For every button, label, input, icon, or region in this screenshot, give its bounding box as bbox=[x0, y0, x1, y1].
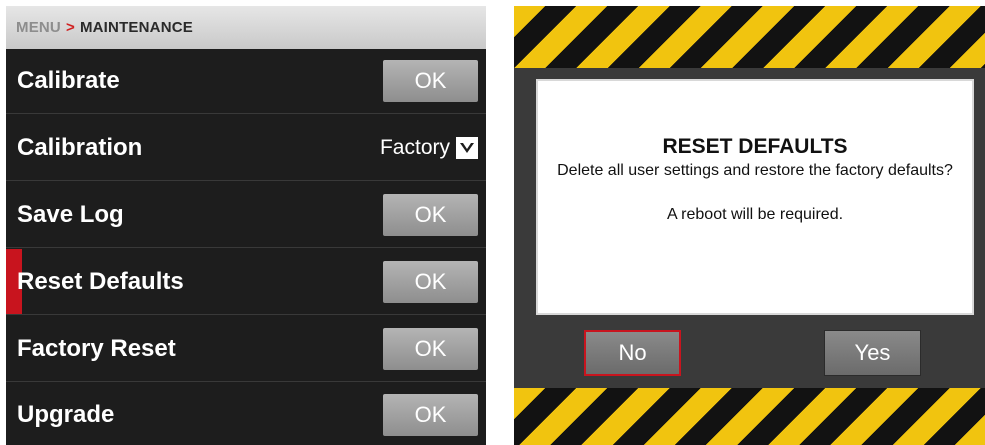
upgrade-ok-button[interactable]: OK bbox=[383, 393, 478, 436]
save-log-ok-button[interactable]: OK bbox=[383, 194, 478, 236]
row-label-factory-reset: Factory Reset bbox=[17, 335, 176, 362]
factory-reset-ok-button[interactable]: OK bbox=[383, 328, 478, 370]
row-label-calibration: Calibration bbox=[17, 134, 143, 161]
calibrate-ok-button[interactable]: OK bbox=[383, 60, 478, 102]
row-label-calibrate: Calibrate bbox=[17, 67, 120, 94]
chevron-down-icon[interactable] bbox=[456, 137, 478, 159]
breadcrumb-root[interactable]: MENU bbox=[16, 19, 61, 36]
reset-defaults-ok-button[interactable]: OK bbox=[383, 261, 478, 303]
breadcrumb: MENU > MAINTENANCE bbox=[6, 6, 486, 49]
dialog-message: Delete all user settings and restore the… bbox=[557, 162, 953, 179]
breadcrumb-current: MAINTENANCE bbox=[79, 19, 193, 36]
menu-row-save-log: Save Log OK bbox=[6, 183, 486, 248]
calibration-select-value: Factory bbox=[379, 136, 450, 159]
row-label-reset-defaults: Reset Defaults bbox=[17, 268, 184, 295]
confirm-dialog: RESET DEFAULTS Delete all user settings … bbox=[536, 79, 974, 315]
menu-row-calibration: Calibration Factory bbox=[6, 116, 486, 181]
no-button[interactable]: No bbox=[584, 330, 681, 376]
dialog-title: RESET DEFAULTS bbox=[662, 135, 848, 158]
reset-defaults-dialog-screen: RESET DEFAULTS Delete all user settings … bbox=[514, 6, 985, 445]
yes-button[interactable]: Yes bbox=[824, 330, 921, 376]
menu-row-factory-reset: Factory Reset OK bbox=[6, 317, 486, 382]
maintenance-menu: MENU > MAINTENANCE Calibrate OK Calibrat… bbox=[6, 6, 486, 445]
row-label-upgrade: Upgrade bbox=[17, 400, 115, 428]
hazard-stripes-top bbox=[514, 6, 985, 68]
menu-row-calibrate: Calibrate OK bbox=[6, 49, 486, 114]
menu-row-upgrade: Upgrade OK bbox=[6, 382, 486, 445]
dialog-note: A reboot will be required. bbox=[666, 206, 844, 223]
breadcrumb-separator: > bbox=[65, 19, 75, 36]
hazard-stripes-bottom bbox=[514, 388, 985, 445]
calibration-select[interactable]: Factory bbox=[380, 136, 478, 160]
row-label-save-log: Save Log bbox=[17, 201, 124, 228]
menu-row-reset-defaults: Reset Defaults OK bbox=[6, 250, 486, 315]
